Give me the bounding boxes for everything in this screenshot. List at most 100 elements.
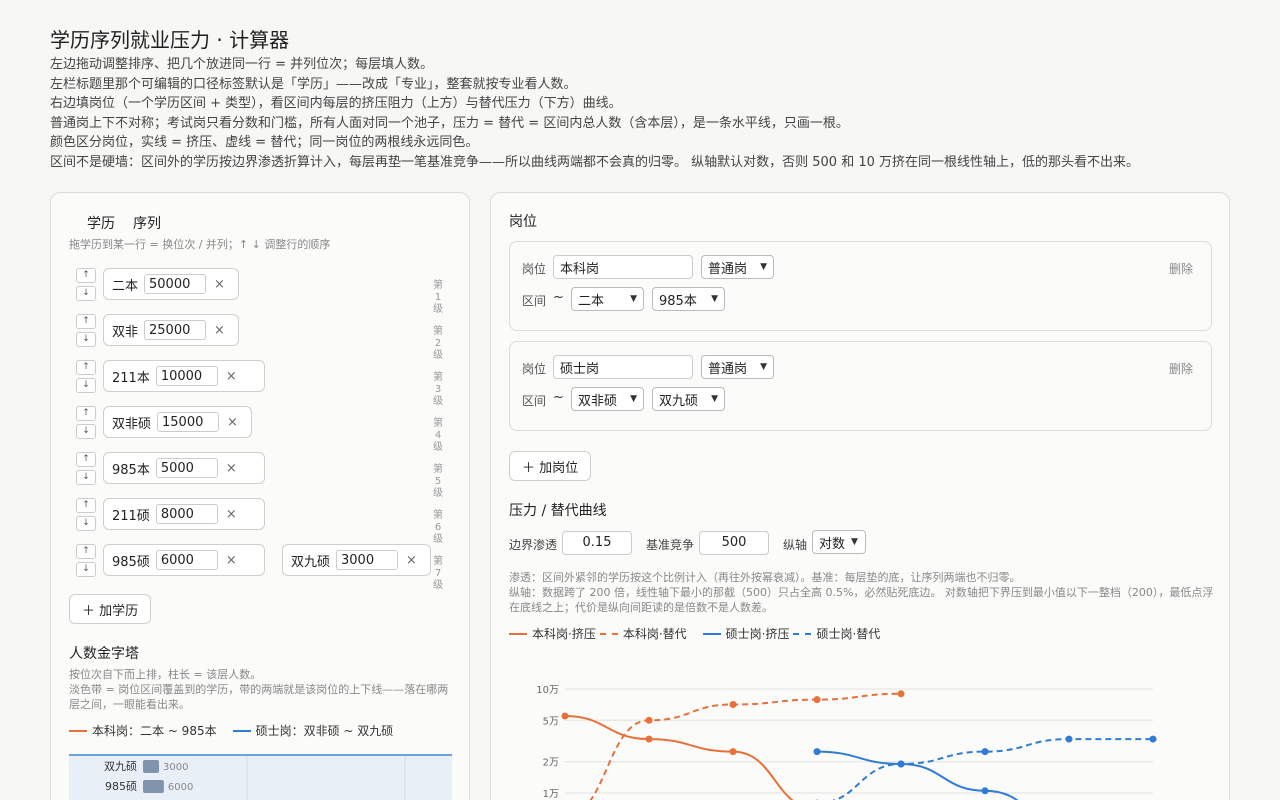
add-degree-button[interactable]: ＋ 加学历 (69, 594, 152, 624)
delete-job-button[interactable]: 删除 (1169, 360, 1193, 377)
job-range-label: 区间 (522, 294, 547, 308)
move-up-button[interactable]: ↑ (76, 544, 96, 559)
series-point[interactable] (813, 696, 821, 704)
row-order-controls: ↑ ↓ (76, 314, 96, 350)
series-line (831, 738, 1153, 800)
series-point[interactable] (981, 748, 989, 756)
job-name-input[interactable] (553, 355, 693, 379)
degree-count-input[interactable] (144, 274, 207, 294)
series-point[interactable] (645, 735, 653, 743)
legend-text: 本科岗·替代 (622, 627, 687, 641)
range-to-value: 双九硕 (659, 393, 699, 409)
row-order-controls: ↑ ↓ (76, 360, 96, 396)
range-from-select[interactable]: 二本 ▼ (571, 287, 644, 311)
range-tilde: ~ (553, 390, 564, 405)
add-job-button[interactable]: ＋ 加岗位 (509, 451, 592, 481)
legend-item: 本科岗·挤压 (509, 625, 596, 642)
range-to-select[interactable]: 双九硕 ▼ (652, 387, 725, 411)
degree-count-input[interactable] (155, 366, 218, 386)
degree-chip[interactable]: 211硕 × (103, 498, 265, 530)
level-label: 第7级 (433, 556, 443, 591)
move-up-button[interactable]: ↑ (76, 406, 96, 421)
series-point[interactable] (981, 787, 989, 795)
degree-chip[interactable]: 双非硕 × (103, 406, 252, 438)
caliber-label-editable[interactable]: 学历 (87, 213, 115, 233)
move-up-button[interactable]: ↑ (76, 498, 96, 513)
remove-degree-icon[interactable]: × (214, 277, 225, 292)
remove-degree-icon[interactable]: × (226, 507, 237, 522)
series-point[interactable] (1065, 735, 1073, 743)
degree-name: 双非硕 (112, 416, 152, 432)
series-point[interactable] (729, 748, 737, 756)
move-down-button[interactable]: ↓ (76, 378, 96, 393)
curve-title: 压力 / 替代曲线 (509, 503, 607, 519)
level-label: 第6级 (433, 510, 443, 545)
remove-degree-icon[interactable]: × (214, 323, 225, 338)
degree-chip[interactable]: 双九硕 × (282, 544, 431, 576)
pyramid-bar-value: 6000 (168, 782, 193, 793)
degree-chip[interactable]: 211本 × (103, 360, 265, 392)
page-description: 左边拖动调整排序、把几个放进同一行 = 并列位次；每层填人数。 左栏标题里那个可… (50, 55, 1230, 172)
degree-count-input[interactable] (155, 550, 218, 570)
remove-degree-icon[interactable]: × (226, 461, 237, 476)
series-point[interactable] (897, 760, 905, 768)
remove-degree-icon[interactable]: × (226, 553, 237, 568)
degree-chip[interactable]: 985本 × (103, 452, 265, 484)
degree-name: 双非 (112, 324, 139, 340)
degree-chip[interactable]: 985硕 × (103, 544, 265, 576)
chevron-down-icon: ▼ (760, 362, 767, 372)
legend-item: 本科岗·替代 (599, 625, 687, 642)
pyramid-bar-value: 3000 (163, 762, 188, 773)
move-down-button[interactable]: ↓ (76, 424, 96, 439)
curve-legend: 本科岗·挤压 本科岗·替代 硕士岗·挤压 硕士岗·替代 (509, 625, 896, 642)
series-point[interactable] (1149, 735, 1157, 743)
degree-count-input[interactable] (144, 320, 207, 340)
y-tick-label: 5万 (543, 716, 559, 727)
base-input[interactable]: 500 (699, 531, 769, 555)
remove-degree-icon[interactable]: × (226, 369, 237, 384)
move-up-button[interactable]: ↑ (76, 314, 96, 329)
move-up-button[interactable]: ↑ (76, 268, 96, 283)
series-point[interactable] (897, 690, 905, 698)
series-point[interactable] (645, 716, 653, 724)
pyramid-bar (143, 760, 159, 773)
degree-count-input[interactable] (155, 458, 218, 478)
degree-chip[interactable]: 二本 × (103, 268, 239, 300)
pyramid-hint-line: 淡色带 = 岗位区间覆盖到的学历，带的两端就是该岗位的上下线——落在哪两层之间，… (69, 683, 449, 711)
legend-text: 硕士岗：双非硕 ~ 双九硕 (255, 724, 394, 738)
axis-label: 纵轴 (783, 538, 808, 552)
legend-swatch (232, 729, 251, 732)
degree-count-input[interactable] (157, 412, 220, 432)
degree-chip[interactable]: 双非 × (103, 314, 239, 346)
remove-degree-icon[interactable]: × (227, 415, 238, 430)
range-from-select[interactable]: 双非硕 ▼ (571, 387, 644, 411)
level-label: 第4级 (433, 418, 443, 453)
range-to-select[interactable]: 985本 ▼ (652, 287, 725, 311)
move-up-button[interactable]: ↑ (76, 360, 96, 375)
move-down-button[interactable]: ↓ (76, 562, 96, 577)
series-point[interactable] (729, 700, 737, 708)
desc-line: 左边拖动调整排序、把几个放进同一行 = 并列位次；每层填人数。 (50, 57, 434, 72)
legend-swatch (509, 632, 527, 635)
job-range-label: 区间 (522, 394, 547, 408)
y-tick-label: 10万 (536, 685, 559, 696)
move-up-button[interactable]: ↑ (76, 452, 96, 467)
move-down-button[interactable]: ↓ (76, 470, 96, 485)
pressure-curve-chart: 10万 5万 2万 1万 (536, 685, 1157, 800)
job-name-input[interactable] (553, 255, 693, 279)
series-line (589, 692, 902, 800)
axis-scale-select[interactable]: 对数 ▼ (812, 530, 866, 554)
degree-count-input[interactable] (336, 550, 399, 570)
job-type-select[interactable]: 普通岗 ▼ (701, 355, 774, 379)
series-point[interactable] (561, 712, 569, 720)
remove-degree-icon[interactable]: × (406, 553, 417, 568)
move-down-button[interactable]: ↓ (76, 332, 96, 347)
degree-count-input[interactable] (155, 504, 218, 524)
leak-input[interactable]: 0.15 (562, 531, 632, 555)
move-down-button[interactable]: ↓ (76, 516, 96, 531)
pyramid-bar-label: 双九硕 (104, 760, 137, 773)
job-type-select[interactable]: 普通岗 ▼ (701, 255, 774, 279)
move-down-button[interactable]: ↓ (76, 286, 96, 301)
delete-job-button[interactable]: 删除 (1169, 260, 1193, 277)
series-point[interactable] (813, 748, 821, 756)
